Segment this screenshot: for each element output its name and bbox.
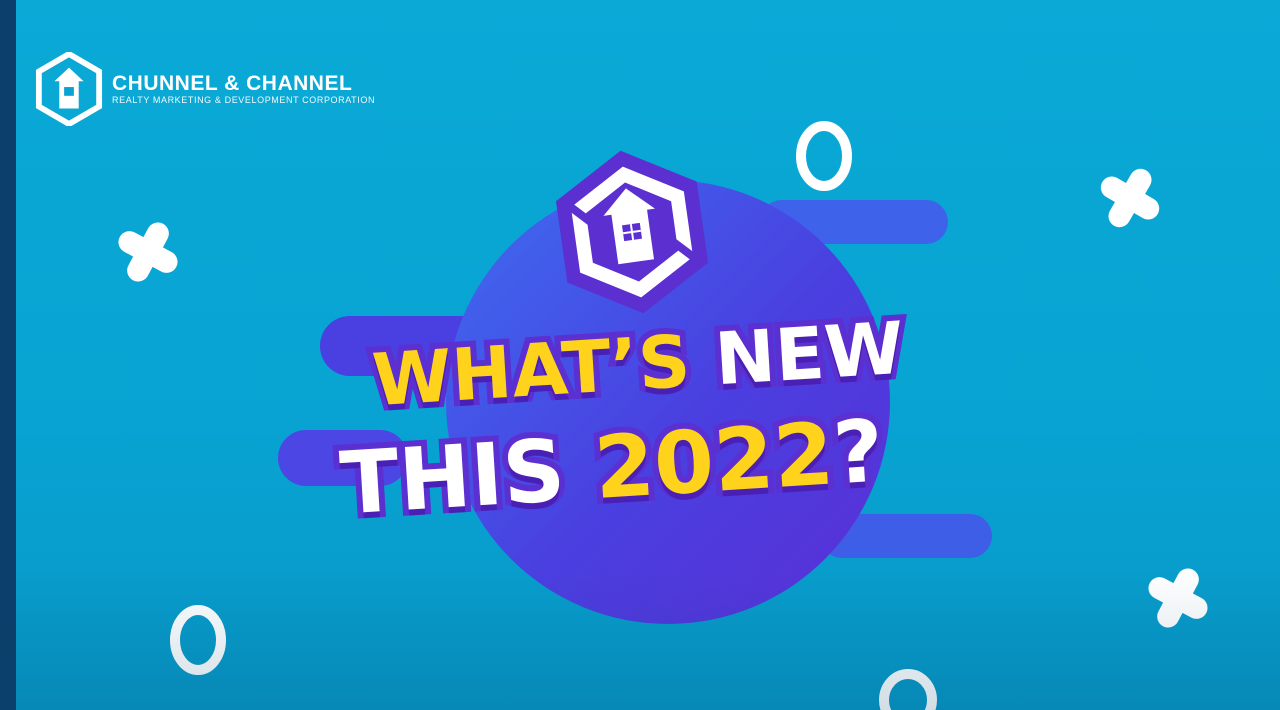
brand-tagline: REALTY MARKETING & DEVELOPMENT CORPORATI… bbox=[112, 95, 376, 105]
video-frame: CHUNNEL & CHANNEL REALTY MARKETING & DEV… bbox=[0, 0, 1280, 710]
x-shape-icon bbox=[1100, 168, 1160, 228]
x-shape-icon bbox=[118, 222, 178, 282]
headline-question-mark: ? bbox=[824, 395, 892, 510]
o-shape-icon bbox=[879, 669, 937, 710]
brand-name: CHUNNEL & CHANNEL bbox=[112, 72, 353, 95]
logo-icon bbox=[35, 52, 103, 126]
headline-new: NEW bbox=[707, 300, 913, 407]
o-shape-icon bbox=[796, 121, 852, 191]
headline-this: THIS bbox=[331, 415, 573, 541]
o-shape-icon bbox=[170, 605, 226, 675]
x-shape-icon bbox=[1148, 568, 1208, 628]
headline-year: 2022 bbox=[586, 399, 843, 525]
brand-logo: CHUNNEL & CHANNEL REALTY MARKETING & DEV… bbox=[34, 52, 375, 126]
